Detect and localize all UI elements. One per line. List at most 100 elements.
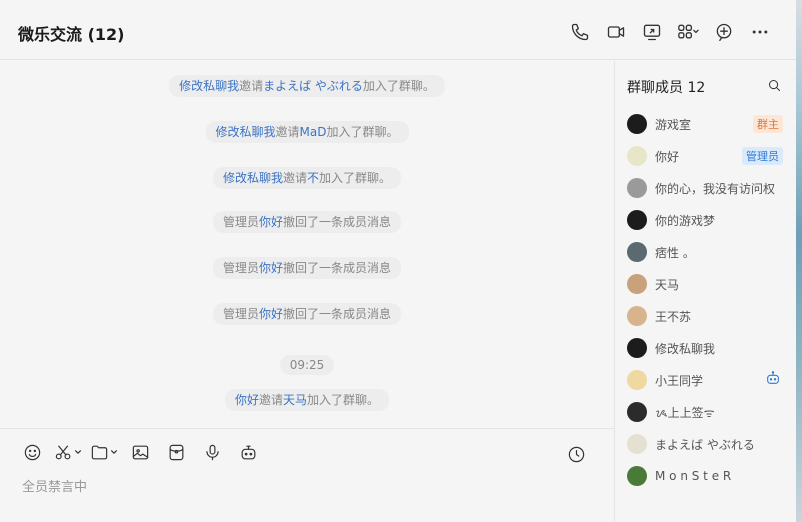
video-call-button[interactable] bbox=[598, 18, 634, 46]
member-name: 小王同学 bbox=[655, 373, 704, 388]
system-message-bubble: 管理员你好撤回了一条成员消息 bbox=[212, 303, 402, 325]
phone-icon bbox=[571, 23, 589, 41]
member-item[interactable]: M o n S t e R bbox=[615, 460, 797, 492]
more-dots-icon bbox=[752, 30, 768, 34]
system-message: 管理员你好撤回了一条成员消息 bbox=[0, 257, 614, 279]
member-item[interactable]: 你好 管理员 bbox=[615, 140, 797, 172]
robot-button[interactable] bbox=[230, 439, 266, 465]
system-message: 修改私聊我邀请不加入了群聊。 bbox=[0, 167, 614, 189]
more-button[interactable] bbox=[742, 18, 778, 46]
history-button[interactable] bbox=[558, 441, 594, 467]
member-name: 你好 bbox=[655, 149, 680, 164]
time-separator: 09:25 bbox=[0, 355, 614, 375]
member-item[interactable]: 痞性 。 bbox=[615, 236, 797, 268]
avatar bbox=[627, 434, 647, 454]
system-message-text: 邀请 bbox=[282, 171, 307, 185]
chevron-down-icon bbox=[111, 450, 117, 454]
add-member-button[interactable] bbox=[706, 18, 742, 46]
admin-badge: 管理员 bbox=[742, 147, 783, 165]
system-message-text: 管理员 bbox=[222, 261, 259, 275]
composer-toolbar bbox=[14, 439, 266, 465]
member-name-link[interactable]: 天马 bbox=[283, 393, 307, 407]
member-panel: 群聊成员 12 游戏室 群主 你好 管理员 你的心，我没有访问权 你的游戏梦 痞性 。天马王… bbox=[614, 61, 796, 522]
system-message-text: 邀请 bbox=[258, 393, 283, 407]
scissors-icon bbox=[55, 445, 71, 459]
system-message: 管理员你好撤回了一条成员消息 bbox=[0, 303, 614, 325]
emoji-icon bbox=[24, 444, 40, 460]
system-message-text: 管理员 bbox=[222, 307, 259, 321]
screen-share-icon bbox=[643, 24, 661, 41]
emoji-button[interactable] bbox=[14, 439, 50, 465]
microphone-icon bbox=[205, 444, 219, 460]
system-message-text: 加入了群聊。 bbox=[362, 79, 435, 93]
member-name: 王不苏 bbox=[655, 309, 692, 324]
member-item[interactable]: 修改私聊我 bbox=[615, 332, 797, 364]
avatar bbox=[627, 306, 647, 326]
member-item[interactable]: 你的心，我没有访问权 bbox=[615, 172, 797, 204]
voice-call-button[interactable] bbox=[562, 18, 598, 46]
member-item[interactable]: 小王同学 bbox=[615, 364, 797, 396]
video-icon bbox=[607, 26, 625, 38]
robot-icon bbox=[241, 445, 255, 459]
member-name: 你的心，我没有访问权 bbox=[655, 181, 775, 196]
avatar bbox=[627, 338, 647, 358]
system-message-text: 加入了群聊。 bbox=[319, 171, 392, 185]
image-icon bbox=[132, 445, 148, 459]
member-name-link[interactable]: 修改私聊我 bbox=[216, 125, 276, 139]
screen-share-button[interactable] bbox=[634, 18, 670, 46]
system-message-bubble: 管理员你好撤回了一条成员消息 bbox=[212, 211, 402, 233]
system-message: 你好邀请天马加入了群聊。 bbox=[0, 389, 614, 411]
system-message-text: 撤回了一条成员消息 bbox=[283, 261, 392, 275]
member-item[interactable]: 王不苏 bbox=[615, 300, 797, 332]
member-name-link[interactable]: 修改私聊我 bbox=[223, 171, 283, 185]
system-message: 修改私聊我邀请まよえば やぶれる加入了群聊。 bbox=[0, 75, 614, 97]
member-name: 你的游戏梦 bbox=[655, 213, 716, 228]
member-item[interactable]: 你的游戏梦 bbox=[615, 204, 797, 236]
avatar bbox=[627, 210, 647, 230]
member-item[interactable]: 天马 bbox=[615, 268, 797, 300]
member-name-link[interactable]: 你好 bbox=[259, 215, 283, 229]
system-message-text: 邀请 bbox=[275, 125, 300, 139]
avatar bbox=[627, 178, 647, 198]
system-message-text: 加入了群聊。 bbox=[326, 125, 399, 139]
member-item[interactable]: まよえば やぶれる bbox=[615, 428, 797, 460]
member-item[interactable]: ᝰ上上签ᯤ bbox=[615, 396, 797, 428]
apps-grid-icon bbox=[678, 24, 699, 39]
composer: 全员禁言中 bbox=[0, 428, 614, 522]
image-button[interactable] bbox=[122, 439, 158, 465]
folder-icon bbox=[91, 445, 108, 459]
system-message-text: 加入了群聊。 bbox=[307, 393, 380, 407]
bot-icon bbox=[765, 370, 781, 390]
background-window-edge bbox=[796, 0, 802, 522]
plus-circle-icon bbox=[716, 23, 732, 41]
member-name: 修改私聊我 bbox=[655, 341, 716, 356]
header-actions bbox=[562, 18, 778, 46]
avatar bbox=[627, 274, 647, 294]
avatar bbox=[627, 402, 647, 422]
system-message-bubble: 管理员你好撤回了一条成员消息 bbox=[212, 257, 402, 279]
red-packet-button[interactable] bbox=[158, 439, 194, 465]
screenshot-button[interactable] bbox=[50, 439, 86, 465]
member-item[interactable]: 游戏室 群主 bbox=[615, 108, 797, 140]
message-list[interactable]: 修改私聊我邀请まよえば やぶれる加入了群聊。 修改私聊我邀请MaD加入了群聊。 修改… bbox=[0, 61, 614, 428]
member-name-link[interactable]: 不 bbox=[307, 171, 319, 185]
system-message-text: 邀请 bbox=[239, 79, 264, 93]
member-name-link[interactable]: MaD bbox=[300, 125, 327, 139]
member-name-link[interactable]: まよえば やぶれる bbox=[263, 79, 363, 93]
file-button[interactable] bbox=[86, 439, 122, 465]
voice-button[interactable] bbox=[194, 439, 230, 465]
member-name-link[interactable]: 修改私聊我 bbox=[179, 79, 239, 93]
system-message: 修改私聊我邀请MaD加入了群聊。 bbox=[0, 121, 614, 143]
avatar bbox=[627, 146, 647, 166]
system-message-text: 管理员 bbox=[222, 215, 259, 229]
search-icon bbox=[769, 80, 780, 91]
apps-button[interactable] bbox=[670, 18, 706, 46]
member-name-link[interactable]: 你好 bbox=[235, 393, 259, 407]
member-name: まよえば やぶれる bbox=[655, 437, 755, 452]
red-packet-icon bbox=[169, 444, 183, 460]
chevron-down-icon bbox=[75, 450, 81, 454]
member-name: M o n S t e R bbox=[655, 469, 732, 483]
member-name-link[interactable]: 你好 bbox=[259, 261, 283, 275]
member-name-link[interactable]: 你好 bbox=[259, 307, 283, 321]
member-search-button[interactable] bbox=[767, 78, 782, 97]
